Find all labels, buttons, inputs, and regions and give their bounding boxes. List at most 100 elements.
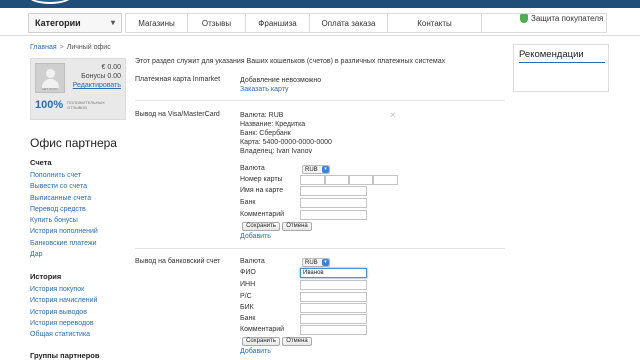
visa-cancel-button[interactable]: Отмена (282, 222, 312, 231)
sidebar-link-topup-history[interactable]: История пополнений (30, 226, 98, 237)
fio-input[interactable]: Иванов (300, 268, 367, 278)
sidebar-link-transfer-history[interactable]: История переводов (30, 318, 97, 329)
divider (135, 248, 505, 249)
breadcrumb-current: Личный офис (66, 44, 111, 51)
avatar-caption: НЕТ ФОТО (42, 87, 58, 91)
sidebar-link-buy-bonus[interactable]: Купить бонусы (30, 215, 98, 226)
visa-label: Вывод на Visa/MasterCard (135, 111, 220, 118)
sidebar-link-statistics[interactable]: Общая статистика (30, 329, 97, 340)
bank-label: Вывод на банковский счет (135, 258, 221, 265)
shield-icon (520, 14, 528, 23)
bank-cancel-button[interactable]: Отмена (282, 337, 312, 346)
breadcrumb-separator: > (59, 44, 64, 51)
nav-item-shops[interactable]: Магазины (125, 14, 187, 32)
avatar-head-shape (46, 69, 55, 78)
visa-existing-card: Валюта: RUB Название: Кредитка Банк: Сбе… (240, 111, 332, 156)
chevron-down-icon: ▾ (110, 18, 115, 27)
bank-comment-label: Комментарий (240, 326, 285, 333)
recommendations-underline (519, 62, 605, 63)
close-icon[interactable]: × (390, 110, 396, 121)
order-card-link[interactable]: Заказать карту (240, 85, 321, 94)
sidebar-group-partners: Группы партнеров (30, 351, 100, 360)
bank-bik-label: БИК (240, 304, 254, 311)
edit-profile-link[interactable]: Редактировать (73, 81, 121, 90)
sidebar-link-invoices[interactable]: Выписанные счета (30, 193, 98, 204)
sidebar-link-gift[interactable]: Дар (30, 249, 98, 260)
rating-block: 100% ПОЛОЖИТЕЛЬНЫХ ОТЗЫВОВ (35, 99, 105, 111)
visa-line-bank: Банк: Сбербанк (240, 130, 291, 137)
visa-comment-label: Комментарий (240, 211, 285, 218)
visa-bank-input[interactable] (300, 198, 367, 208)
sidebar-link-topup[interactable]: Пополнить счет (30, 170, 98, 181)
visa-line-currency: Валюта: RUB (240, 112, 284, 119)
nav-item-reviews[interactable]: Отзывы (187, 14, 245, 32)
inn-input[interactable] (300, 280, 367, 290)
bank-add-link[interactable]: Добавить (240, 348, 271, 355)
card-number-part-2[interactable] (325, 175, 349, 185)
main-nav: Категории ▾ Магазины Отзывы Франшиза Опл… (0, 8, 640, 36)
bank-currency-select[interactable]: RUB ▾ (302, 258, 330, 267)
sidebar-group-history: История История покупок История начислен… (30, 272, 97, 340)
visa-save-button[interactable]: Сохранить (242, 222, 280, 231)
rating-label: ПОЛОЖИТЕЛЬНЫХ ОТЗЫВОВ (67, 100, 105, 110)
visa-line-card: Карта: 5400-0000-0000-0000 (240, 139, 332, 146)
buyer-protection-link[interactable]: Защита покупателя (520, 14, 603, 23)
bank-name-input[interactable] (300, 314, 367, 324)
bank-name-label: Банк (240, 315, 256, 322)
nav-item-franchise[interactable]: Франшиза (245, 14, 309, 32)
sidebar-link-purchase-history[interactable]: История покупок (30, 284, 97, 295)
bank-fio-label: ФИО (240, 269, 256, 276)
sidebar-link-accrual-history[interactable]: История начислений (30, 295, 97, 306)
rating-label-line-2: ОТЗЫВОВ (67, 105, 87, 110)
inmarket-status: Добавление невозможно (240, 77, 322, 84)
visa-card-label: Номер карты (240, 176, 283, 183)
bank-currency-value: RUB (305, 259, 318, 266)
top-bar (0, 0, 640, 8)
sidebar-link-withdraw-history[interactable]: История выводов (30, 307, 97, 318)
visa-name-label: Имя на карте (240, 187, 284, 194)
inmarket-block: Добавление невозможно Заказать карту (240, 76, 321, 94)
visa-line-name: Название: Кредитка (240, 121, 306, 128)
visa-currency-select[interactable]: RUB ▾ (302, 165, 330, 174)
card-name-input[interactable] (300, 186, 367, 196)
nav-item-contacts[interactable]: Контакты (387, 14, 481, 32)
visa-add-link[interactable]: Добавить (240, 233, 271, 240)
bik-input[interactable] (300, 303, 367, 313)
profile-card: НЕТ ФОТО € 0.00 Бонусы 0.00 Редактироват… (30, 58, 126, 120)
bonus-value: Бонусы 0.00 (81, 73, 121, 80)
nav-item-payment[interactable]: Оплата заказа (309, 14, 387, 32)
breadcrumb-home[interactable]: Главная (30, 44, 57, 51)
balance-block: € 0.00 Бонусы 0.00 Редактировать (73, 63, 121, 90)
sidebar-link-withdraw[interactable]: Вывести со счета (30, 181, 98, 192)
balance-value: € 0.00 (101, 64, 121, 71)
avatar[interactable]: НЕТ ФОТО (35, 63, 65, 93)
buyer-protection-label: Защита покупателя (531, 14, 604, 23)
inmarket-label: Платежная карта Inmarket (135, 76, 221, 83)
recommendations-panel: Рекомендации (513, 44, 609, 92)
bank-currency-label: Валюта (240, 258, 265, 265)
sidebar-heading-accounts: Счета (30, 158, 52, 167)
select-arrow-icon: ▾ (322, 166, 329, 173)
account-number-input[interactable] (300, 292, 367, 302)
intro-text: Этот раздел служит для указания Ваших ко… (135, 58, 446, 65)
sidebar-link-bank-payments[interactable]: Банковские платежи (30, 238, 98, 249)
sidebar-group-accounts: Счета Пополнить счет Вывести со счета Вы… (30, 158, 98, 260)
bank-rs-label: Р/С (240, 293, 252, 300)
visa-comment-input[interactable] (300, 210, 367, 220)
rating-percent: 100% (35, 99, 64, 111)
recommendations-title: Рекомендации (519, 49, 584, 60)
office-title: Офис партнера (30, 136, 117, 150)
visa-bank-label: Банк (240, 199, 256, 206)
card-number-part-4[interactable] (373, 175, 398, 185)
bank-save-button[interactable]: Сохранить (242, 337, 280, 346)
card-number-part-3[interactable] (349, 175, 373, 185)
bank-comment-input[interactable] (300, 325, 367, 335)
sidebar-heading-partner-groups: Группы партнеров (30, 351, 100, 360)
sidebar-heading-history: История (30, 272, 62, 281)
breadcrumb: Главная > Личный офис (30, 44, 111, 51)
categories-button[interactable]: Категории ▾ (28, 13, 122, 33)
categories-label: Категории (35, 18, 81, 28)
divider (135, 100, 505, 101)
sidebar-link-transfer[interactable]: Перевод средств (30, 204, 98, 215)
card-number-part-1[interactable] (300, 175, 325, 185)
